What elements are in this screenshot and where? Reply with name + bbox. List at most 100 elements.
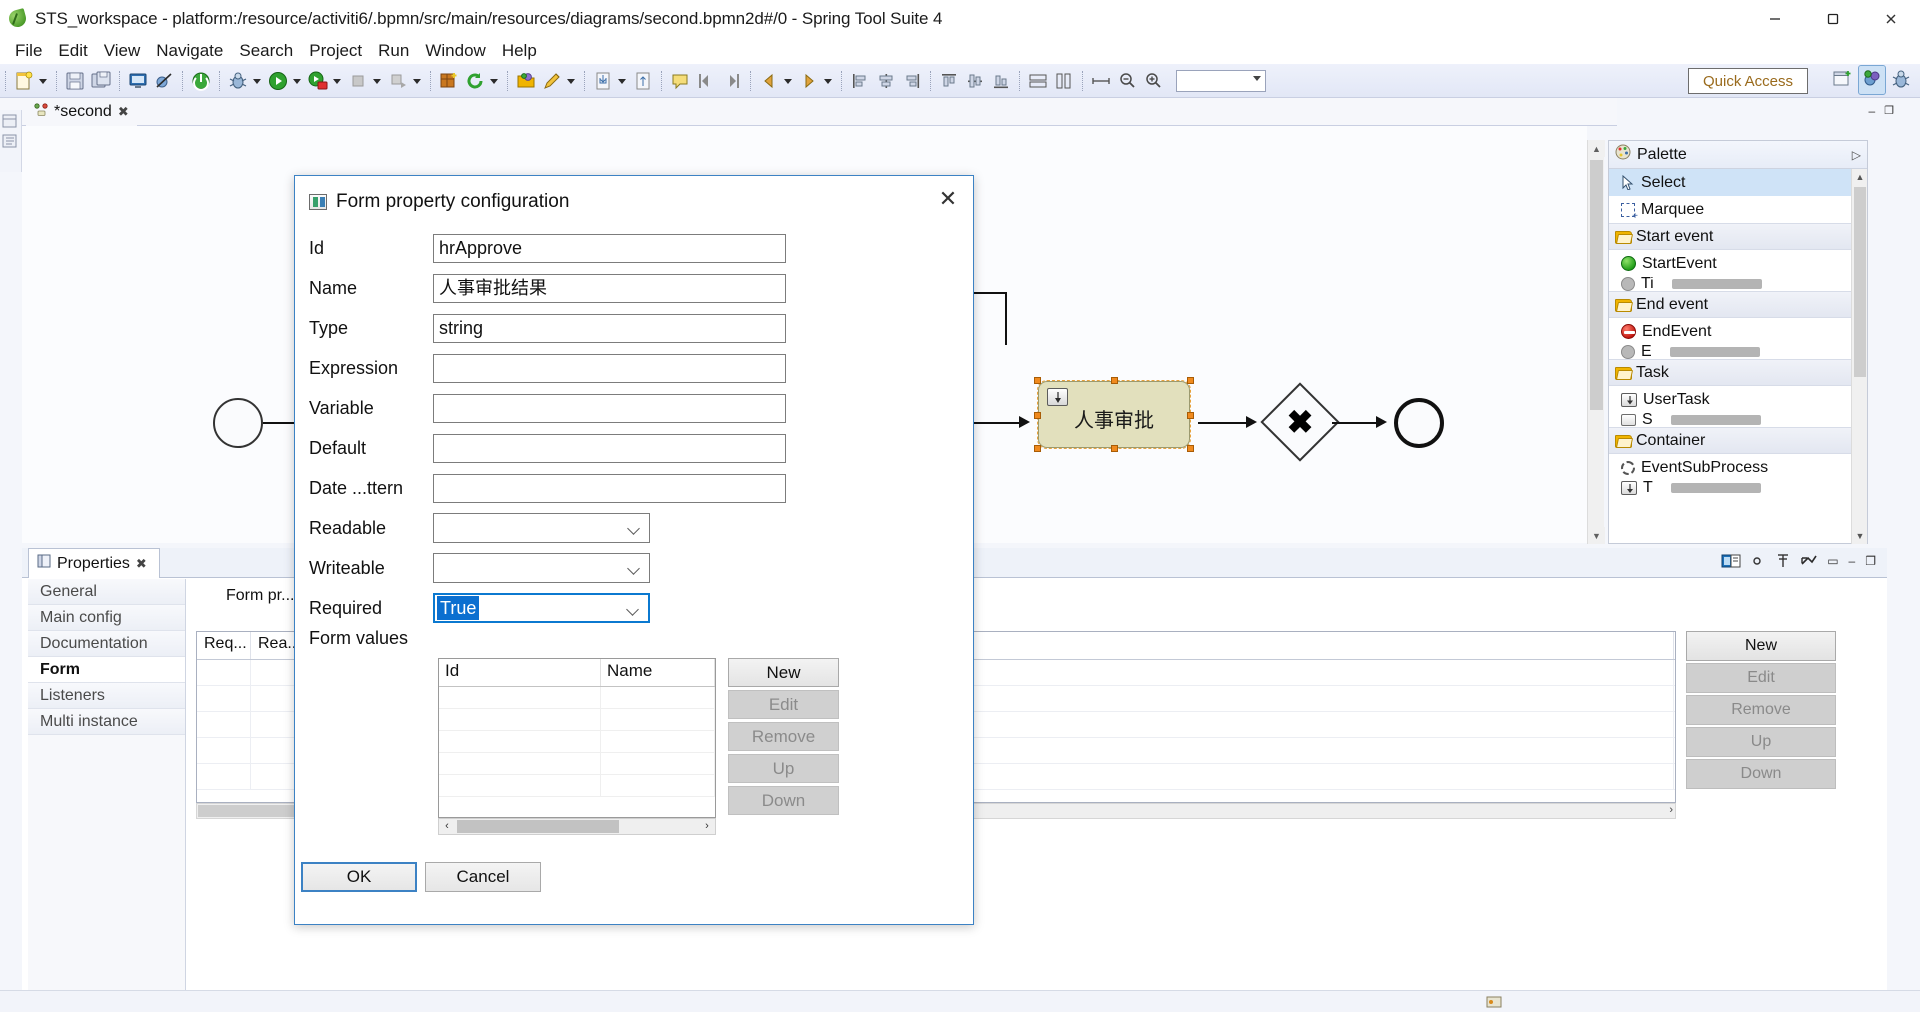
properties-section-form[interactable]: Form <box>28 657 185 683</box>
palette-item-usertask[interactable]: UserTask <box>1609 386 1867 413</box>
align-left-icon[interactable] <box>849 70 871 92</box>
external-dropdown-arrow[interactable] <box>331 70 343 92</box>
dialog-close-button[interactable]: ✕ <box>933 184 963 214</box>
run-icon[interactable] <box>267 70 289 92</box>
table-scroll-right-icon[interactable]: › <box>1669 804 1673 816</box>
outline-strip-icon[interactable] <box>2 134 20 150</box>
relaunch-dropdown-arrow[interactable] <box>411 70 423 92</box>
forward-icon[interactable] <box>798 70 820 92</box>
link-to-editor-icon[interactable] <box>1720 550 1742 572</box>
refresh-icon[interactable] <box>464 70 486 92</box>
input-date-pattern[interactable] <box>433 473 786 503</box>
dialog-table-row[interactable] <box>439 709 715 731</box>
scroll-up-icon[interactable]: ▲ <box>1588 140 1605 157</box>
editor-tab-second[interactable]: *second ✖ <box>26 98 137 126</box>
canvas-vertical-scrollbar[interactable]: ▲ ▼ <box>1587 140 1605 544</box>
maximize-button[interactable] <box>1804 0 1862 38</box>
debug-dropdown-arrow[interactable] <box>251 70 263 92</box>
properties-section-listeners[interactable]: Listeners <box>28 683 185 709</box>
palette-scroll-thumb[interactable] <box>1854 187 1866 377</box>
properties-down-button[interactable]: Down <box>1686 759 1836 789</box>
palette-tool-marquee[interactable]: Marquee <box>1609 196 1867 223</box>
annotation-icon[interactable] <box>669 70 691 92</box>
dialog-table-row[interactable] <box>439 687 715 709</box>
previous-annotation-icon[interactable] <box>695 70 717 92</box>
resize-handle-se[interactable] <box>1187 445 1194 452</box>
debug-icon[interactable] <box>227 70 249 92</box>
resize-handle-w[interactable] <box>1034 412 1041 419</box>
dialog-table-row[interactable] <box>439 775 715 797</box>
back-icon[interactable] <box>758 70 780 92</box>
scroll-thumb[interactable] <box>1590 160 1603 410</box>
properties-collapse-icon[interactable]: – <box>1846 554 1859 568</box>
menu-window[interactable]: Window <box>417 39 493 63</box>
dialog-scroll-thumb[interactable] <box>457 820 619 833</box>
palette-item-error-end-event[interactable]: E <box>1609 345 1867 359</box>
run-dropdown-arrow[interactable] <box>291 70 303 92</box>
open-perspective-icon[interactable] <box>1830 66 1856 94</box>
dialog-edit-button[interactable]: Edit <box>728 690 839 719</box>
palette-group-task[interactable]: Task « <box>1609 359 1867 386</box>
menu-search[interactable]: Search <box>231 39 301 63</box>
match-height-icon[interactable] <box>1053 70 1075 92</box>
import-dropdown-arrow[interactable] <box>616 70 628 92</box>
combo-readable[interactable] <box>433 513 650 543</box>
palette-item-endevent[interactable]: EndEvent <box>1609 318 1867 345</box>
input-variable[interactable] <box>433 393 786 423</box>
properties-section-multi-instance[interactable]: Multi instance <box>28 709 185 735</box>
menu-edit[interactable]: Edit <box>50 39 95 63</box>
properties-section-main-config[interactable]: Main config <box>28 605 185 631</box>
edit-icon[interactable] <box>541 70 563 92</box>
palette-group-container[interactable]: Container « <box>1609 427 1867 454</box>
skip-breakpoints-icon[interactable] <box>153 70 175 92</box>
align-top-icon[interactable] <box>938 70 960 92</box>
resize-handle-e[interactable] <box>1187 412 1194 419</box>
editor-tab-close-icon[interactable]: ✖ <box>118 104 129 120</box>
end-event-shape[interactable] <box>1394 398 1444 448</box>
menu-help[interactable]: Help <box>494 39 545 63</box>
dialog-table-row[interactable] <box>439 753 715 775</box>
terminate-icon[interactable] <box>347 70 369 92</box>
scroll-down-icon[interactable]: ▼ <box>1588 527 1605 544</box>
next-annotation-icon[interactable] <box>721 70 743 92</box>
minimize-button[interactable] <box>1746 0 1804 38</box>
properties-tab-close-icon[interactable]: ✖ <box>136 556 147 572</box>
dialog-scroll-right-icon[interactable]: › <box>700 820 714 832</box>
editor-maximize-icon[interactable]: ❐ <box>1884 104 1894 118</box>
menu-navigate[interactable]: Navigate <box>148 39 231 63</box>
combo-writeable[interactable] <box>433 553 650 583</box>
debug-perspective-icon[interactable] <box>1888 66 1914 94</box>
cancel-button[interactable]: Cancel <box>425 862 541 892</box>
input-name[interactable]: 人事审批结果 <box>433 273 786 303</box>
console-icon[interactable] <box>127 70 149 92</box>
properties-section-documentation[interactable]: Documentation <box>28 631 185 657</box>
zoom-level-combo[interactable] <box>1176 69 1266 92</box>
zoom-in-icon[interactable] <box>1142 70 1164 92</box>
menu-run[interactable]: Run <box>370 39 417 63</box>
import-icon[interactable] <box>592 70 614 92</box>
palette-item-timer-start-event[interactable]: Ti <box>1609 277 1867 291</box>
properties-remove-button[interactable]: Remove <box>1686 695 1836 725</box>
input-id[interactable]: hrApprove <box>433 233 786 263</box>
palette-tool-select[interactable]: Select <box>1609 169 1867 196</box>
palette-collapse-icon[interactable]: ▷ <box>1852 148 1861 162</box>
palette-scrollbar[interactable]: ▲ ▼ <box>1851 169 1867 544</box>
run-external-icon[interactable] <box>307 70 329 92</box>
palette-item-eventsubprocess[interactable]: EventSubProcess <box>1609 454 1867 481</box>
dialog-remove-button[interactable]: Remove <box>728 722 839 751</box>
dialog-down-button[interactable]: Down <box>728 786 839 815</box>
dialog-form-values-table[interactable]: Id Name <box>438 658 716 818</box>
properties-new-button[interactable]: New <box>1686 631 1836 661</box>
properties-section-general[interactable]: General <box>28 579 185 605</box>
input-expression[interactable] <box>433 353 786 383</box>
ruler-icon[interactable] <box>1090 70 1112 92</box>
ok-button[interactable]: OK <box>301 862 417 892</box>
save-all-icon[interactable] <box>90 70 112 92</box>
input-type[interactable]: string <box>433 313 786 343</box>
align-middle-icon[interactable] <box>964 70 986 92</box>
properties-minimize-icon[interactable]: ▭ <box>1824 554 1841 568</box>
dialog-table-hscrollbar[interactable]: ‹ › <box>438 818 716 835</box>
align-bottom-icon[interactable] <box>990 70 1012 92</box>
palette-group-end-event[interactable]: End event « <box>1609 291 1867 318</box>
align-right-icon[interactable] <box>901 70 923 92</box>
